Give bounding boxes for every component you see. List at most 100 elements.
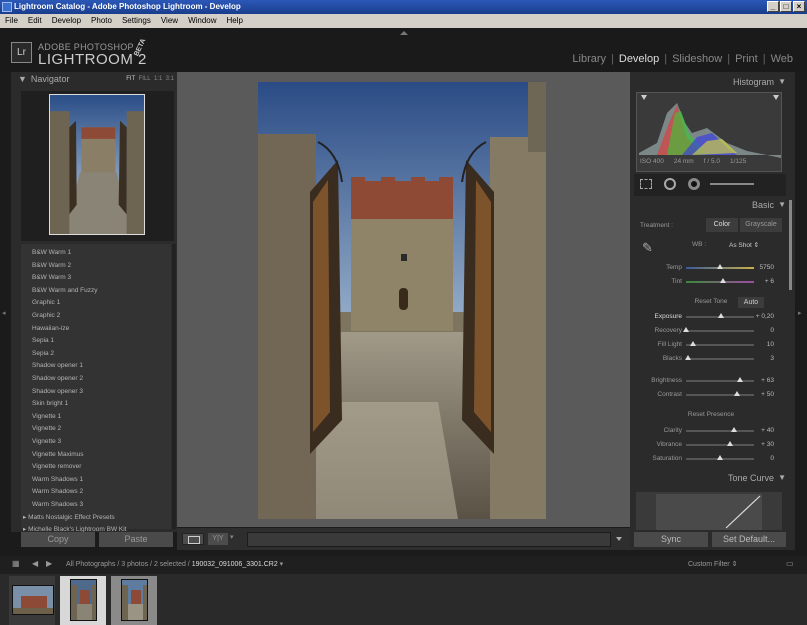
preset-item[interactable]: Warm Shadows 1: [32, 474, 162, 486]
blacks-slider-handle[interactable]: [685, 355, 692, 360]
filmstrip-source[interactable]: All Photographs / 3 photos / 2 selected …: [66, 560, 283, 568]
grid-view-icon[interactable]: ▦: [12, 559, 20, 568]
navigator-thumbnail[interactable]: [49, 94, 145, 235]
filllight-value[interactable]: 10: [767, 339, 774, 351]
menu-file[interactable]: File: [0, 14, 23, 28]
recovery-slider[interactable]: [683, 327, 754, 332]
module-library[interactable]: Library: [567, 53, 611, 65]
brightness-slider[interactable]: [686, 377, 754, 382]
module-print[interactable]: Print: [730, 53, 763, 65]
brightness-value[interactable]: + 63: [761, 375, 774, 387]
blacks-slider[interactable]: [685, 355, 754, 360]
preset-item[interactable]: Vignette 3: [32, 436, 162, 448]
tint-slider[interactable]: [686, 278, 754, 283]
zoom-3-1[interactable]: 3:1: [166, 76, 174, 82]
collapse-triangle-icon[interactable]: ▼: [778, 473, 786, 482]
tint-value[interactable]: + 6: [765, 276, 774, 288]
preset-item[interactable]: Warm Shadows 3: [32, 499, 162, 511]
crop-tool-icon[interactable]: [640, 179, 652, 189]
histogram-header[interactable]: Histogram ▼: [634, 77, 786, 87]
module-develop[interactable]: Develop: [614, 53, 664, 65]
preset-item[interactable]: Shadow opener 3: [32, 386, 162, 398]
toolbar-menu-icon[interactable]: [616, 537, 622, 541]
zoom-1-1[interactable]: 1:1: [154, 76, 162, 82]
temp-slider-handle[interactable]: [717, 264, 723, 269]
exposure-value[interactable]: + 0,20: [756, 311, 774, 323]
preset-item[interactable]: Vignette 1: [32, 411, 162, 423]
blacks-value[interactable]: 3: [770, 353, 774, 365]
adjustment-brush-slider[interactable]: [710, 183, 754, 185]
exposure-slider[interactable]: [686, 313, 754, 318]
treatment-color-button[interactable]: Color: [706, 218, 738, 232]
reset-presence[interactable]: Reset Presence: [640, 411, 782, 418]
menu-help[interactable]: Help: [222, 14, 248, 28]
saturation-value[interactable]: 0: [770, 453, 774, 465]
left-panel-toggle-icon[interactable]: ◂: [2, 309, 6, 317]
exposure-slider-handle[interactable]: [718, 313, 725, 318]
filllight-slider[interactable]: [686, 341, 754, 346]
collapse-triangle-icon[interactable]: ▼: [18, 74, 27, 84]
module-slideshow[interactable]: Slideshow: [667, 53, 727, 65]
preset-item[interactable]: Graphic 1: [32, 297, 162, 309]
tint-slider-handle[interactable]: [720, 278, 727, 283]
preset-item[interactable]: B&W Warm 2: [32, 260, 162, 272]
before-after-dropdown-icon[interactable]: ▾: [230, 533, 234, 541]
clarity-value[interactable]: + 40: [761, 425, 774, 437]
maximize-button[interactable]: □: [780, 1, 792, 12]
brightness-slider-handle[interactable]: [737, 377, 744, 382]
collapse-triangle-icon[interactable]: ▼: [778, 77, 786, 86]
menu-edit[interactable]: Edit: [23, 14, 47, 28]
wb-select[interactable]: As Shot ⇕: [729, 241, 759, 249]
preset-item[interactable]: B&W Warm and Fuzzy: [32, 285, 162, 297]
eyedropper-icon[interactable]: ✎: [642, 240, 653, 256]
forward-arrow-icon[interactable]: ▶: [46, 559, 52, 568]
temp-slider[interactable]: [686, 264, 754, 269]
preset-item[interactable]: Shadow opener 2: [32, 373, 162, 385]
preset-item[interactable]: Vignette remover: [32, 461, 162, 473]
preset-item[interactable]: Sepia 2: [32, 348, 162, 360]
recovery-slider-handle[interactable]: [683, 327, 689, 332]
sync-button[interactable]: Sync: [634, 532, 708, 547]
preset-item[interactable]: Vignette 2: [32, 423, 162, 435]
saturation-slider-handle[interactable]: [717, 455, 723, 460]
preset-item[interactable]: Warm Shadows 2: [32, 486, 162, 498]
zoom-fill[interactable]: FILL: [139, 76, 151, 82]
contrast-slider-handle[interactable]: [734, 391, 740, 396]
top-panel-toggle-icon[interactable]: [400, 31, 408, 35]
treatment-grayscale-button[interactable]: Grayscale: [740, 218, 782, 232]
filmstrip-thumb[interactable]: [9, 576, 55, 625]
preset-item[interactable]: Skin bright 1: [32, 398, 162, 410]
menu-window[interactable]: Window: [183, 14, 221, 28]
set-default-button[interactable]: Set Default...: [712, 532, 786, 547]
main-photo[interactable]: [258, 82, 546, 519]
before-after-button[interactable]: Y|Y: [208, 533, 228, 545]
minimize-button[interactable]: _: [767, 1, 779, 12]
menu-settings[interactable]: Settings: [117, 14, 156, 28]
filllight-slider-handle[interactable]: [689, 341, 696, 346]
menu-develop[interactable]: Develop: [47, 14, 86, 28]
vibrance-slider-handle[interactable]: [727, 441, 734, 446]
filmstrip-filter[interactable]: Custom Filter ⇕: [688, 560, 737, 568]
tone-curve-header[interactable]: Tone Curve ▼: [634, 473, 786, 483]
preset-item[interactable]: Vignette Maximus: [32, 449, 162, 461]
contrast-value[interactable]: + 50: [761, 389, 774, 401]
preset-item[interactable]: Hawaiian-ize: [32, 323, 162, 335]
copy-button[interactable]: Copy: [21, 532, 95, 547]
filmstrip-thumb[interactable]: [111, 576, 157, 625]
back-arrow-icon[interactable]: ◀: [32, 559, 38, 568]
clarity-slider-handle[interactable]: [730, 427, 737, 432]
auto-tone-button[interactable]: Auto: [738, 297, 764, 308]
basic-header[interactable]: Basic ▼: [634, 200, 786, 210]
vibrance-value[interactable]: + 30: [761, 439, 774, 451]
presets-scrollbar[interactable]: [172, 244, 176, 529]
filmstrip-thumb[interactable]: [60, 576, 106, 625]
paste-button[interactable]: Paste: [99, 532, 173, 547]
preset-item[interactable]: B&W Warm 1: [32, 247, 162, 259]
saturation-slider[interactable]: [686, 455, 754, 460]
zoom-fit[interactable]: FIT: [126, 76, 135, 82]
preset-item[interactable]: B&W Warm 3: [32, 272, 162, 284]
vibrance-slider[interactable]: [686, 441, 754, 446]
clarity-slider[interactable]: [686, 427, 754, 432]
filter-toggle-icon[interactable]: ▭: [786, 559, 794, 568]
navigator-header[interactable]: ▼ Navigator FIT FILL 1:1 3:1: [18, 74, 178, 90]
